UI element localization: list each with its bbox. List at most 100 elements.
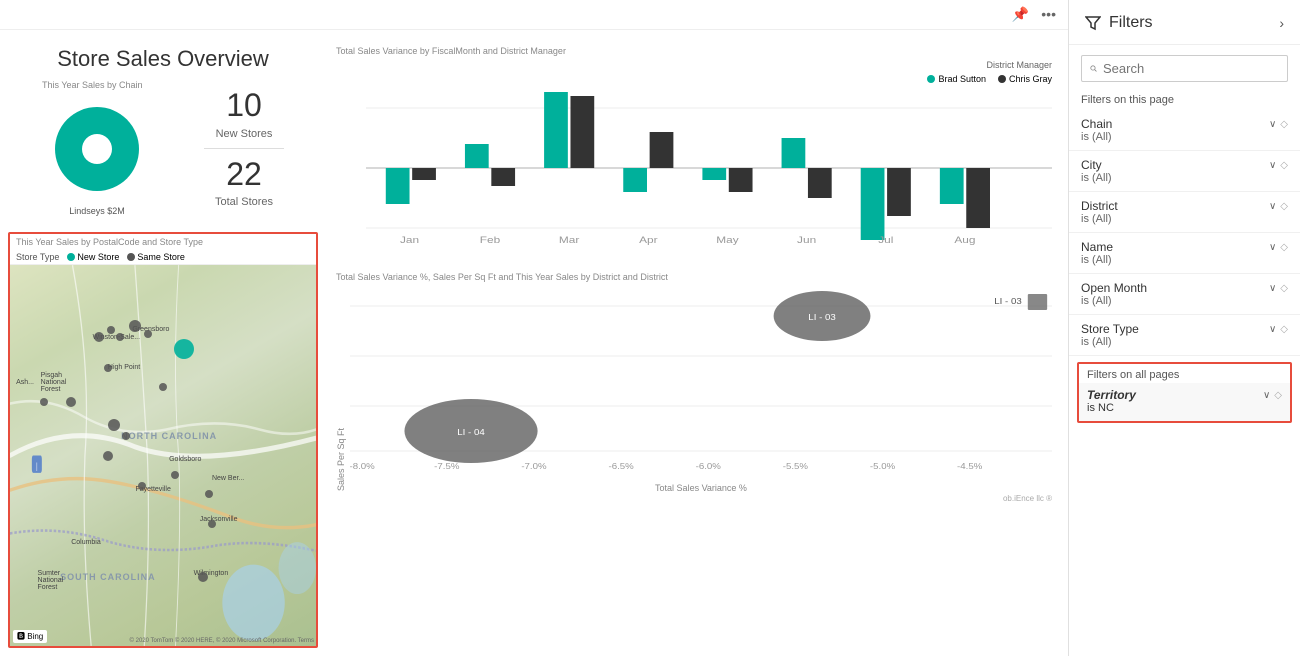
filter-territory-name: Territory [1087,388,1136,402]
filter-name: Store Type [1081,322,1139,336]
svg-text:Jul: Jul [878,235,893,245]
chevron-down-icon[interactable]: ∨ [1263,390,1270,401]
filter-name: Name [1081,240,1113,254]
total-stores-label: Total Stores [215,196,273,208]
filter-store-type[interactable]: Store Type is (All) ∨ ◇ [1069,315,1300,356]
svg-text:-6.5%: -6.5% [608,462,633,471]
filters-expand-icon[interactable]: › [1279,15,1284,31]
chevron-down-icon[interactable]: ∨ [1269,242,1276,253]
bar-legend-title: District Manager [986,60,1052,70]
filter-name: Open Month [1081,281,1147,295]
pin-icon[interactable]: 📌 [1012,6,1029,23]
scatter-chart-svg: $13.5 $13.4 $13.3 $13.2 LI - 03 LI - 03 [350,286,1052,476]
overview-card: Store Sales Overview This Year Sales by … [8,38,318,224]
filter-territory[interactable]: Territory is NC ∨ ◇ [1079,383,1290,421]
filter-city[interactable]: City is (All) ∨ ◇ [1069,151,1300,192]
total-stores-number: 22 [226,157,262,192]
scatter-chart-title: Total Sales Variance %, Sales Per Sq Ft … [336,272,1052,282]
filter-value: is (All) [1081,131,1112,143]
filter-name: Chain [1081,117,1112,131]
scatter-chart-card: Total Sales Variance %, Sales Per Sq Ft … [328,264,1060,648]
clear-filter-icon[interactable]: ◇ [1280,324,1288,335]
page-title: Store Sales Overview [16,46,310,72]
filter-value: is (All) [1081,295,1147,307]
chain-label: This Year Sales by Chain [42,80,143,90]
svg-text:Feb: Feb [480,235,501,245]
map-legend-store-type: Store Type [16,252,59,262]
filter-territory-value: is NC [1087,402,1136,414]
filters-page-section-label: Filters on this page [1069,86,1300,110]
svg-text:LI - 03: LI - 03 [808,313,836,322]
map-legend-same: Same Store [137,252,185,262]
svg-text:I: I [36,460,37,473]
map-legend-new: New Store [77,252,119,262]
chevron-down-icon[interactable]: ∨ [1269,201,1276,212]
filter-icon [1085,15,1101,31]
filters-header: Filters › [1069,0,1300,45]
bar-chart-title: Total Sales Variance by FiscalMonth and … [336,46,1052,56]
sc-state-label: SOUTH CAROLINA [60,572,156,582]
clear-filter-icon[interactable]: ◇ [1280,283,1288,294]
nc-state-label: NORTH CAROLINA [121,431,217,441]
svg-text:Jun: Jun [797,235,816,245]
clear-filter-icon[interactable]: ◇ [1280,242,1288,253]
more-icon[interactable]: ••• [1041,6,1056,23]
filters-all-pages-section: Filters on all pages Territory is NC ∨ ◇ [1077,362,1292,423]
svg-text:Apr: Apr [639,235,658,245]
svg-text:-8.0%: -8.0% [350,462,375,471]
new-stores-label: New Stores [216,128,273,140]
chevron-down-icon[interactable]: ∨ [1269,324,1276,335]
chevron-down-icon[interactable]: ∨ [1269,283,1276,294]
bing-logo: 🅱 Bing [13,630,47,643]
clear-filter-icon[interactable]: ◇ [1274,390,1282,401]
filters-panel: Filters › Filters on this page Chain is … [1068,0,1300,656]
search-box[interactable] [1081,55,1288,82]
filters-title: Filters [1109,14,1153,32]
clear-filter-icon[interactable]: ◇ [1280,160,1288,171]
scatter-bottom-label: ob.iEnce llc ® [1003,494,1052,503]
svg-text:-5.5%: -5.5% [783,462,808,471]
search-icon [1090,62,1097,75]
filter-value: is (All) [1081,254,1113,266]
chevron-down-icon[interactable]: ∨ [1269,119,1276,130]
filter-chain[interactable]: Chain is (All) ∨ ◇ [1069,110,1300,151]
svg-text:-7.5%: -7.5% [434,462,459,471]
scatter-y-label: Sales Per Sq Ft [336,428,346,491]
bar-chart-svg: $50K $0K ($50K) [366,88,1052,248]
top-bar: 📌 ••• [0,0,1068,30]
svg-text:-5.0%: -5.0% [870,462,895,471]
svg-text:-7.0%: -7.0% [521,462,546,471]
map-title: This Year Sales by PostalCode and Store … [10,234,316,250]
filter-district[interactable]: District is (All) ∨ ◇ [1069,192,1300,233]
filter-value: is (All) [1081,213,1118,225]
svg-text:-6.0%: -6.0% [696,462,721,471]
filter-value: is (All) [1081,172,1112,184]
clear-filter-icon[interactable]: ◇ [1280,119,1288,130]
pie-legend-label: Lindseys $2M [69,206,125,216]
chevron-down-icon[interactable]: ∨ [1269,160,1276,171]
filters-all-label: Filters on all pages [1079,364,1290,383]
scatter-x-label: Total Sales Variance % [655,483,747,493]
svg-text:Aug: Aug [954,235,975,245]
svg-text:Mar: Mar [559,235,580,245]
svg-text:LI - 03: LI - 03 [994,297,1022,306]
filter-name-item[interactable]: Name is (All) ∨ ◇ [1069,233,1300,274]
filter-name: City [1081,158,1112,172]
bar-chart-card: Total Sales Variance by FiscalMonth and … [328,38,1060,256]
pie-chart [42,94,152,204]
filter-name: District [1081,199,1118,213]
new-stores-number: 10 [226,88,262,123]
legend-brad: Brad Sutton [938,74,986,84]
filter-open-month[interactable]: Open Month is (All) ∨ ◇ [1069,274,1300,315]
filter-value: is (All) [1081,336,1139,348]
svg-text:Jan: Jan [400,235,419,245]
page-filters-list: Chain is (All) ∨ ◇ City is (All) ∨ ◇ [1069,110,1300,656]
svg-text:LI - 04: LI - 04 [457,428,485,437]
search-input[interactable] [1103,61,1279,76]
map-copyright: © 2020 TomTom © 2020 HERE, © 2020 Micros… [130,638,314,644]
legend-chris: Chris Gray [1009,74,1052,84]
svg-text:-4.5%: -4.5% [957,462,982,471]
clear-filter-icon[interactable]: ◇ [1280,201,1288,212]
stats-section: 10 New Stores 22 Total Stores [204,88,284,207]
map-section: This Year Sales by PostalCode and Store … [8,232,318,648]
